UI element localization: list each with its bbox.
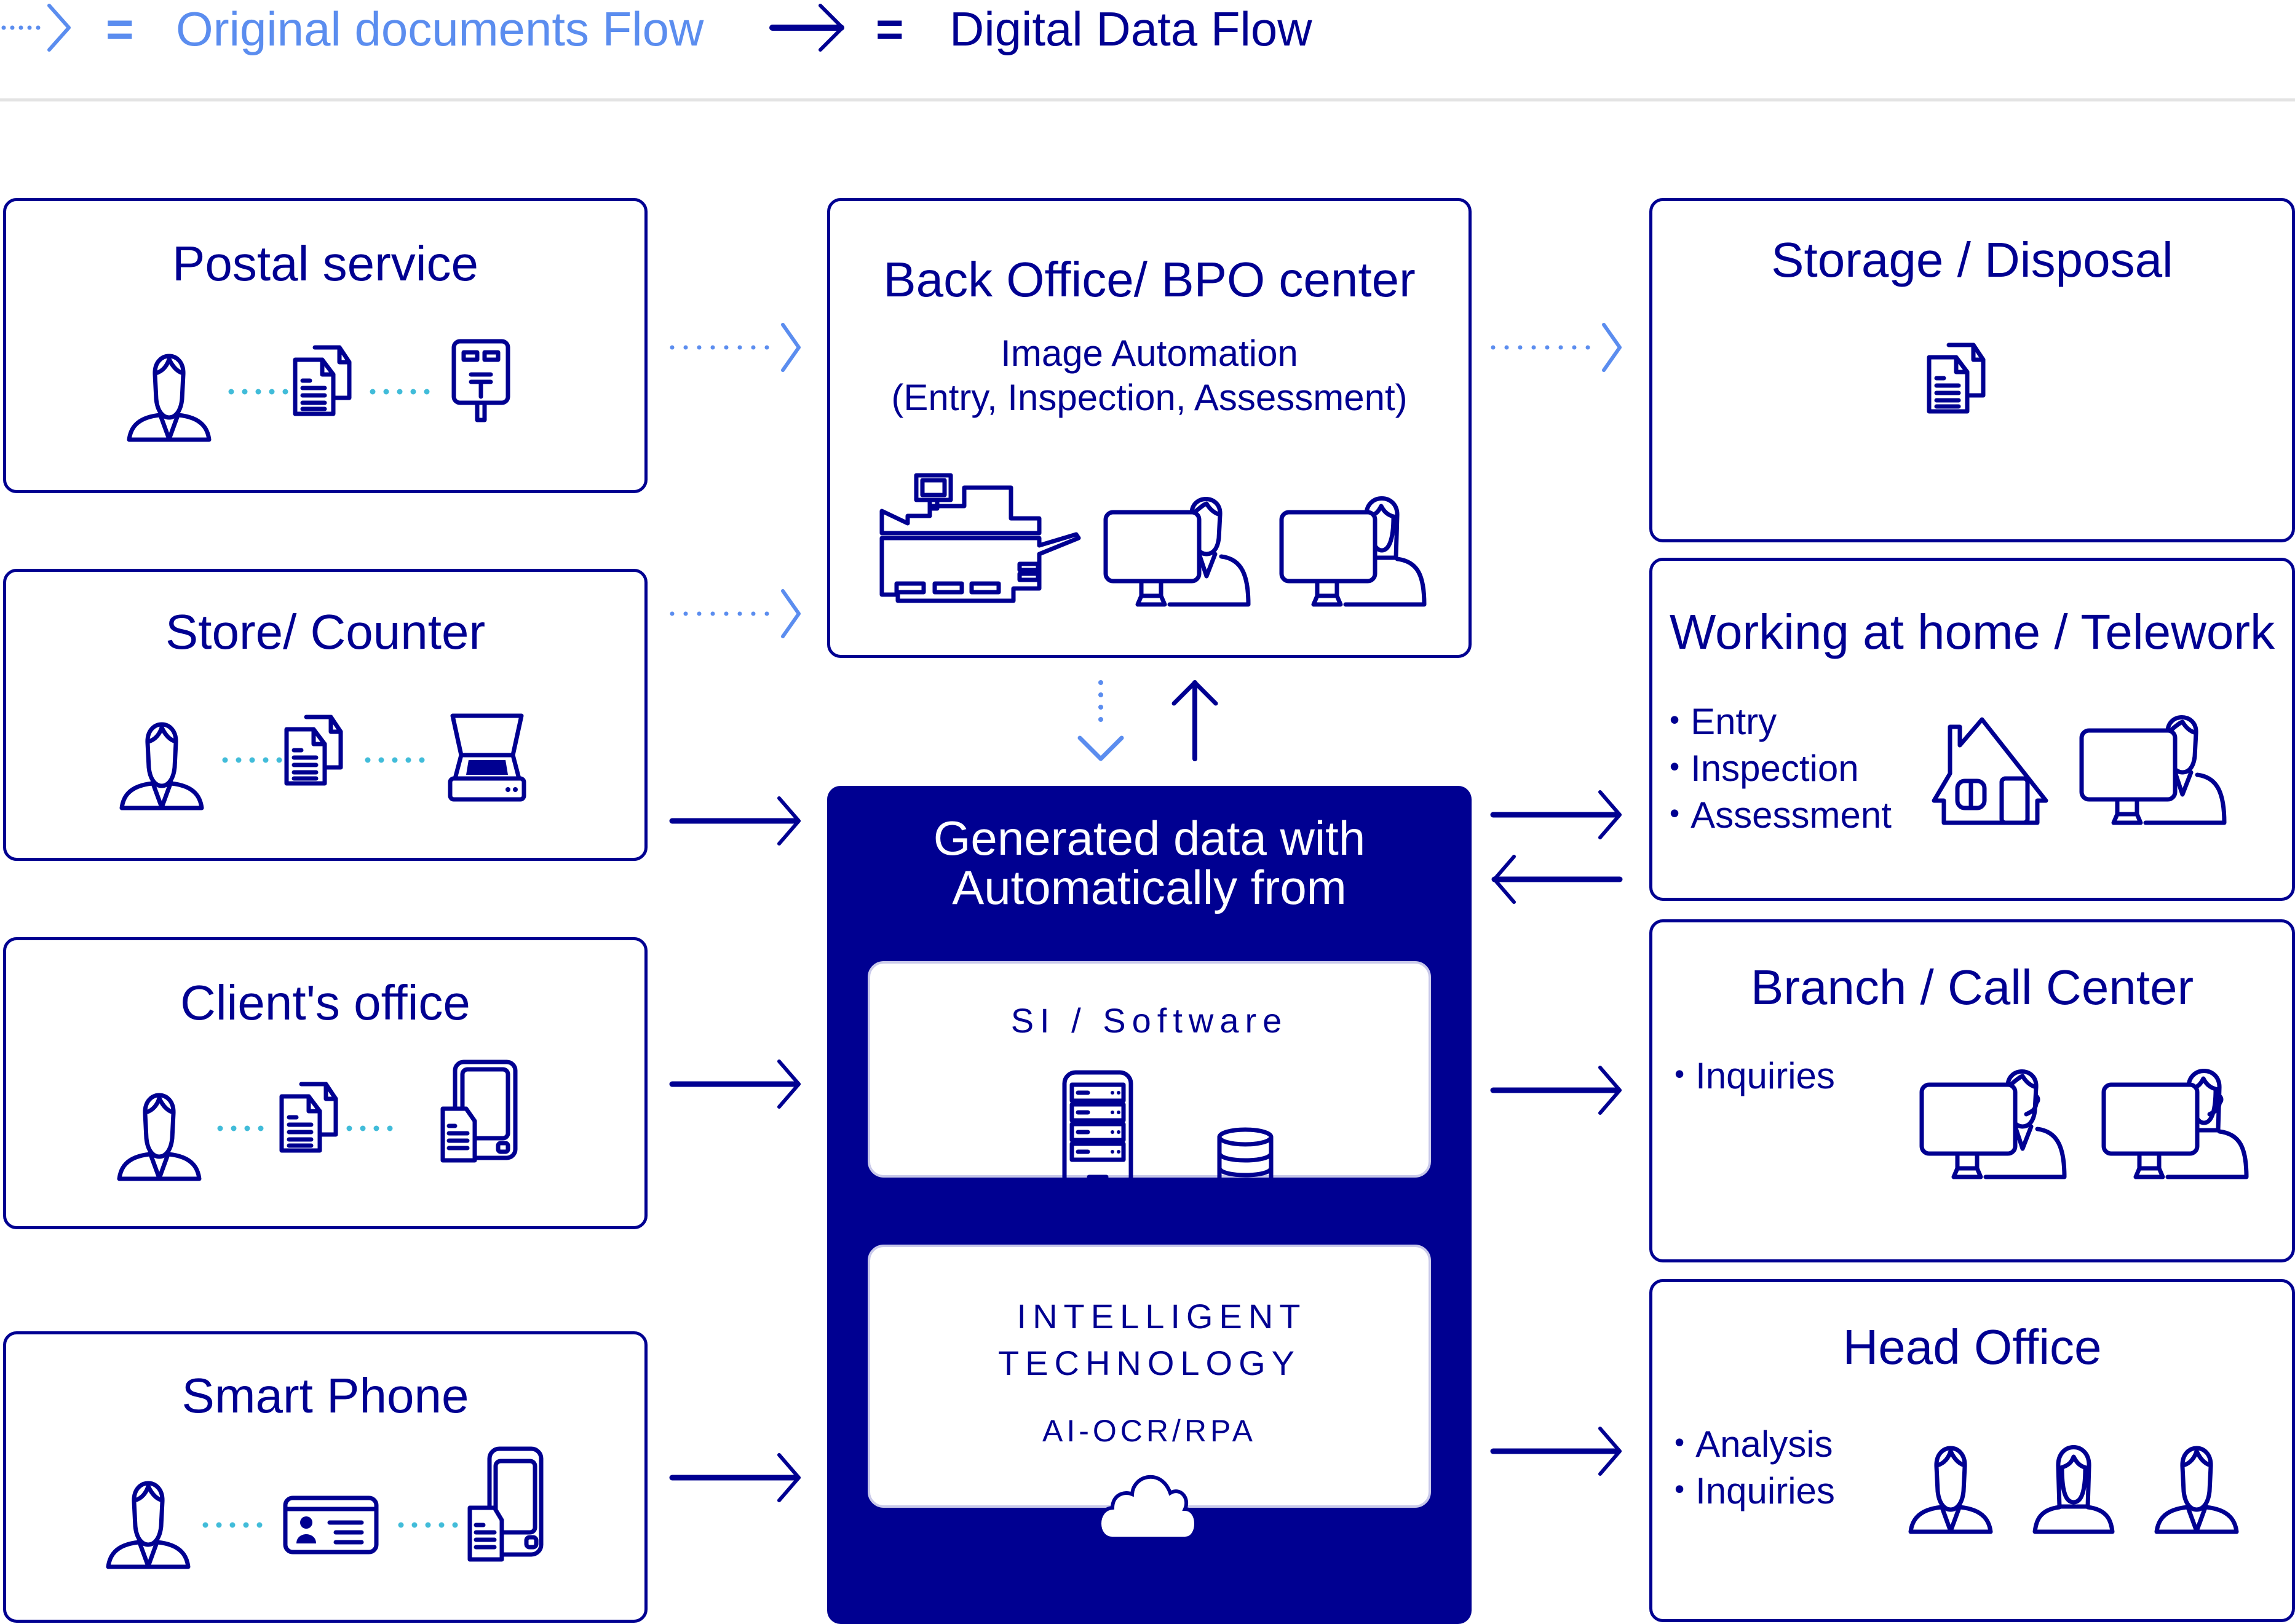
smartphone-icon <box>465 1445 545 1562</box>
connector-dots <box>370 389 434 395</box>
person-female-icon <box>2021 1430 2126 1534</box>
postbox-icon <box>450 338 512 424</box>
dest-head-office: Head Office Analysis Inquiries <box>1649 1279 2295 1622</box>
bullet-item: Inspection <box>1670 744 1892 791</box>
bullet-item: Analysis <box>1675 1420 1835 1467</box>
operator-icon <box>2077 708 2237 825</box>
source-title: Postal service <box>172 236 478 291</box>
bpo-subtitle-line2: (Entry, Inspection, Assessment) <box>891 377 1408 418</box>
call-operator-male-icon <box>1917 1063 2077 1179</box>
generated-title-line1: Generated data with <box>933 811 1366 865</box>
branch-bullets: Inquiries <box>1675 1052 1835 1098</box>
legend-original-equals: = <box>106 2 134 56</box>
database-icon <box>1215 1126 1276 1194</box>
arrow-store-to-generated <box>669 796 801 846</box>
bullet-item: Assessment <box>1670 791 1892 838</box>
arrow-generated-to-head-office <box>1490 1427 1622 1476</box>
person-icon <box>96 1465 200 1569</box>
head-office-bullets: Analysis Inquiries <box>1675 1420 1835 1513</box>
house-icon <box>1929 715 2052 825</box>
documents-icon <box>282 713 349 787</box>
cloud-icon <box>1094 1468 1217 1542</box>
documents-icon <box>290 344 358 418</box>
it-line1: INTELLIGENT <box>1017 1297 1307 1336</box>
dest-branch-call-center: Branch / Call Center Inquiries <box>1649 919 2295 1262</box>
bullet-item: Entry <box>1670 697 1892 744</box>
operator-female-icon <box>1277 490 1437 607</box>
arrow-store-to-bpo <box>670 589 801 638</box>
arrow-bpo-to-generated <box>1077 680 1124 761</box>
person-male-icon <box>1898 1430 2003 1534</box>
si-software-label: SI / Software <box>1010 1001 1288 1040</box>
source-title: Smart Phone <box>181 1368 469 1423</box>
scanner-machine-icon <box>873 472 1088 613</box>
divider <box>0 98 2295 101</box>
si-software-box: SI / Software <box>868 961 1431 1178</box>
person-icon <box>109 706 214 810</box>
bpo-title: Back Office/ BPO center <box>883 252 1416 307</box>
generated-title-line2: Automatically from <box>952 860 1347 914</box>
person-male-icon <box>2144 1430 2249 1534</box>
bpo-center-box: Back Office/ BPO center Image Automation… <box>827 198 1472 658</box>
documents-icon <box>1924 341 1992 415</box>
connector-dots <box>202 1522 266 1528</box>
source-title: Client's office <box>180 975 470 1030</box>
source-postal-service: Postal service <box>3 198 648 493</box>
generated-data-box: Generated data with Automatically from S… <box>827 786 1472 1624</box>
id-card-icon <box>282 1494 380 1556</box>
source-clients-office: Client's office <box>3 937 648 1229</box>
dest-storage-disposal: Storage / Disposal <box>1649 198 2295 542</box>
person-icon <box>117 338 221 442</box>
arrow-postal-to-bpo <box>670 323 801 372</box>
arrow-bpo-to-storage <box>1491 323 1622 372</box>
scanner-icon <box>444 711 530 803</box>
connector-dots <box>398 1522 462 1528</box>
arrow-generated-to-telework <box>1490 790 1622 839</box>
arrow-telework-to-generated <box>1491 855 1623 904</box>
arrow-generated-to-bpo <box>1171 680 1218 761</box>
bullet-item: Inquiries <box>1675 1052 1835 1098</box>
connector-dots <box>228 389 292 395</box>
dest-title: Head Office <box>1842 1320 2102 1374</box>
dest-title: Storage / Disposal <box>1771 232 2173 287</box>
dest-telework: Working at home / Telework Entry Inspect… <box>1649 558 2295 901</box>
dest-title: Working at home / Telework <box>1669 604 2275 659</box>
connector-dots <box>217 1125 269 1131</box>
legend: = Original documents Flow = Digital Data… <box>0 0 1414 68</box>
dest-title: Branch / Call Center <box>1750 960 2194 1015</box>
bpo-subtitle-line1: Image Automation <box>1001 333 1298 374</box>
arrow-phone-to-generated <box>669 1453 801 1502</box>
arrow-generated-to-branch <box>1490 1066 1622 1115</box>
server-icon <box>1061 1069 1135 1192</box>
arrow-client-to-generated <box>669 1060 801 1109</box>
legend-digital-label: Digital Data Flow <box>949 2 1312 56</box>
it-line3: AI-OCR/RPA <box>1042 1414 1256 1448</box>
bullet-item: Inquiries <box>1675 1467 1835 1513</box>
dotted-arrow-icon <box>1 4 71 52</box>
it-line2: TECHNOLOGY <box>997 1344 1301 1382</box>
connector-dots <box>346 1125 398 1131</box>
operator-male-icon <box>1101 490 1261 607</box>
solid-arrow-icon <box>769 4 844 52</box>
tablet-icon <box>439 1058 519 1163</box>
legend-original-label: Original documents Flow <box>176 2 704 56</box>
documents-icon <box>277 1080 344 1154</box>
source-smart-phone: Smart Phone <box>3 1331 648 1623</box>
call-operator-female-icon <box>2099 1063 2259 1179</box>
person-icon <box>107 1077 212 1181</box>
source-store-counter: Store/ Counter <box>3 569 648 861</box>
connector-dots <box>222 757 286 763</box>
connector-dots <box>365 757 429 763</box>
legend-digital-equals: = <box>876 2 904 56</box>
source-title: Store/ Counter <box>165 604 486 659</box>
telework-bullets: Entry Inspection Assessment <box>1670 697 1892 838</box>
